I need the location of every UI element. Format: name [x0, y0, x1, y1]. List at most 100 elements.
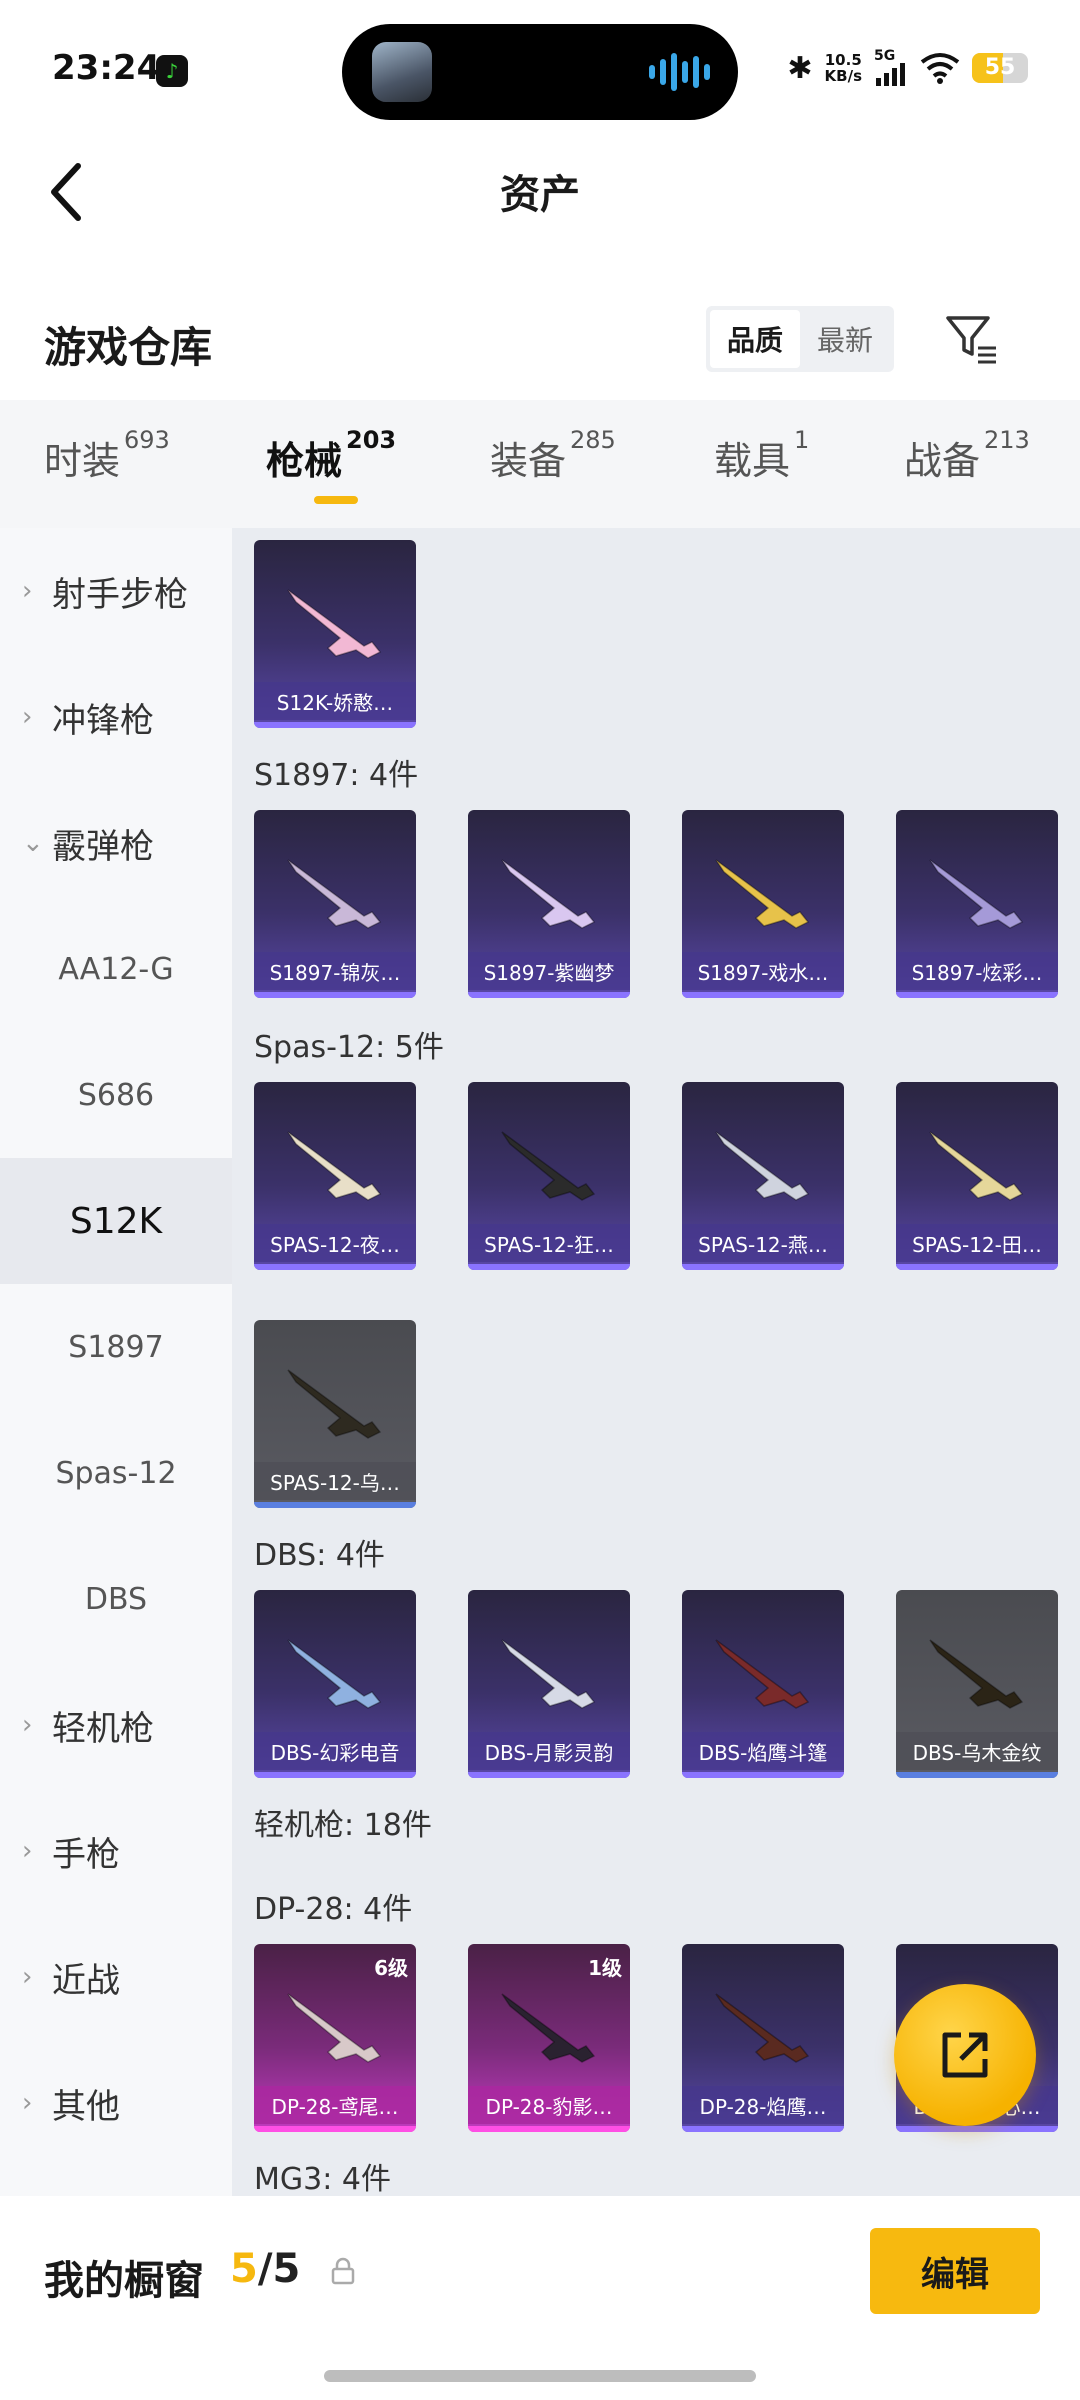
- sidebar-item-lmg[interactable]: › 轻机枪: [0, 1662, 232, 1788]
- weapon-icon: [287, 1639, 382, 1709]
- weapon-icon: [715, 1131, 810, 1201]
- weapon-card[interactable]: DBS-幻彩电音: [254, 1590, 416, 1778]
- weapon-card[interactable]: 6级 DP-28-鸢尾…: [254, 1944, 416, 2132]
- sidebar-item-dbs[interactable]: DBS: [0, 1536, 232, 1662]
- weapon-level-badge: 1级: [588, 1956, 622, 1980]
- weapon-icon: [929, 1639, 1024, 1709]
- warehouse-row: 游戏仓库 品质 最新: [0, 290, 1080, 390]
- showcase-title: 我的橱窗: [44, 2258, 204, 2304]
- tab-label: 载具: [714, 439, 791, 483]
- sidebar-item-label: 其他: [52, 2086, 120, 2127]
- audio-wave-icon: [649, 52, 710, 92]
- sidebar-item-aa12g[interactable]: AA12-G: [0, 906, 232, 1032]
- tab-vehicles[interactable]: 载具 1: [714, 426, 809, 485]
- weapon-card-name: SPAS-12-燕…: [682, 1224, 844, 1262]
- weapon-icon: [929, 1131, 1024, 1201]
- weapon-card[interactable]: DP-28-焰鹰…: [682, 1944, 844, 2132]
- status-bar: 23:24 ♪ ✱ 10.5 KB/s 5G 55: [0, 0, 1080, 140]
- weapon-card-name: S12K-娇憨…: [254, 682, 416, 720]
- share-button[interactable]: [894, 1984, 1036, 2126]
- weapon-grid[interactable]: S12K-娇憨… S1897: 4件 S1897-锦灰… S1897-紫幽梦 S…: [232, 528, 1080, 2196]
- sidebar-item-other[interactable]: › 其他: [0, 2040, 232, 2166]
- wifi-icon: [920, 53, 960, 84]
- sort-toggle: 品质 最新: [706, 306, 894, 372]
- weapon-card[interactable]: DBS-焰鹰斗篷: [682, 1590, 844, 1778]
- tab-fashion[interactable]: 时装 693: [44, 426, 170, 485]
- chevron-right-icon: ›: [22, 702, 33, 732]
- weapon-card-name: SPAS-12-田…: [896, 1224, 1058, 1262]
- sidebar-item-s1897[interactable]: S1897: [0, 1284, 232, 1410]
- sidebar-item-label: 冲锋枪: [52, 700, 154, 741]
- tab-count: 1: [794, 426, 810, 454]
- edit-button[interactable]: 编辑: [870, 2228, 1040, 2314]
- showcase-bar: 我的橱窗 5/5 编辑: [0, 2196, 1080, 2400]
- weapon-card-name: S1897-紫幽梦: [468, 952, 630, 990]
- sidebar-item-s12k[interactable]: S12K: [0, 1158, 232, 1284]
- now-playing-thumbnail[interactable]: [372, 42, 432, 102]
- sidebar-item-marksman-rifle[interactable]: › 射手步枪: [0, 528, 232, 654]
- weapon-card-name: DP-28-焰鹰…: [682, 2086, 844, 2124]
- weapon-card[interactable]: S1897-炫彩…: [896, 810, 1058, 998]
- weapon-card[interactable]: 1级 DP-28-豹影…: [468, 1944, 630, 2132]
- weapon-card[interactable]: S12K-娇憨…: [254, 540, 416, 728]
- tab-equipment[interactable]: 装备 285: [490, 426, 616, 485]
- weapon-icon: [501, 1993, 596, 2063]
- network-type: 5G: [874, 48, 896, 64]
- weapon-card[interactable]: SPAS-12-乌…: [254, 1320, 416, 1508]
- chevron-right-icon: ›: [22, 1710, 33, 1740]
- sidebar-item-shotgun[interactable]: ⌄ 霰弹枪: [0, 780, 232, 906]
- showcase-count-total: 5: [272, 2246, 301, 2292]
- lock-icon: [331, 2257, 355, 2285]
- weapon-card[interactable]: SPAS-12-田…: [896, 1082, 1058, 1270]
- weapon-card[interactable]: DBS-乌木金纹: [896, 1590, 1058, 1778]
- sidebar-item-spas12[interactable]: Spas-12: [0, 1410, 232, 1536]
- weapon-card[interactable]: SPAS-12-狂…: [468, 1082, 630, 1270]
- active-tab-indicator: [314, 496, 358, 504]
- bluetooth-icon: ✱: [787, 50, 813, 86]
- chevron-right-icon: ›: [22, 1836, 33, 1866]
- weapon-card-name: S1897-炫彩…: [896, 952, 1058, 990]
- header: 资产: [0, 140, 1080, 250]
- battery-level: 55: [984, 55, 1016, 80]
- share-icon: [942, 2032, 988, 2078]
- weapon-icon: [501, 859, 596, 929]
- weapon-icon: [287, 589, 382, 659]
- group-label-dp28: DP-28: 4件: [254, 1892, 413, 1927]
- filter-icon[interactable]: [942, 310, 1002, 370]
- dynamic-island[interactable]: [342, 24, 738, 120]
- weapon-icon: [715, 1993, 810, 2063]
- weapon-card[interactable]: DBS-月影灵韵: [468, 1590, 630, 1778]
- weapon-card[interactable]: S1897-紫幽梦: [468, 810, 630, 998]
- weapon-icon: [287, 1993, 382, 2063]
- weapon-icon: [715, 859, 810, 929]
- sidebar-item-label: 射手步枪: [52, 574, 188, 615]
- sidebar-item-smg[interactable]: › 冲锋枪: [0, 654, 232, 780]
- weapon-card[interactable]: SPAS-12-燕…: [682, 1082, 844, 1270]
- weapon-card-name: S1897-锦灰…: [254, 952, 416, 990]
- weapon-card-name: SPAS-12-乌…: [254, 1462, 416, 1500]
- weapon-card-name: DBS-幻彩电音: [254, 1732, 416, 1770]
- group-label-mg3: MG3: 4件: [254, 2162, 391, 2196]
- page-title: 资产: [500, 172, 580, 218]
- cellular-signal-icon: 5G: [874, 48, 908, 88]
- home-indicator[interactable]: [324, 2370, 756, 2382]
- sort-newest-button[interactable]: 最新: [800, 310, 890, 368]
- sidebar-item-s686[interactable]: S686: [0, 1032, 232, 1158]
- tab-supplies[interactable]: 战备 213: [904, 426, 1030, 485]
- weapon-card[interactable]: S1897-戏水…: [682, 810, 844, 998]
- tab-guns[interactable]: 枪械 203: [266, 426, 396, 485]
- weapon-card-name: SPAS-12-狂…: [468, 1224, 630, 1262]
- chevron-right-icon: ›: [22, 576, 33, 606]
- tab-count: 285: [570, 426, 616, 454]
- weapon-card[interactable]: S1897-锦灰…: [254, 810, 416, 998]
- sidebar-item-label: 霰弹枪: [52, 826, 154, 867]
- weapon-level-badge: 6级: [374, 1956, 408, 1980]
- weapon-card-name: DP-28-鸢尾…: [254, 2086, 416, 2124]
- weapon-card[interactable]: SPAS-12-夜…: [254, 1082, 416, 1270]
- sort-quality-button[interactable]: 品质: [710, 310, 800, 368]
- tab-count: 213: [984, 426, 1030, 454]
- tab-label: 战备: [904, 439, 981, 483]
- sidebar-item-pistol[interactable]: › 手枪: [0, 1788, 232, 1914]
- net-speed-value: 10.5: [824, 51, 862, 69]
- sidebar-item-melee[interactable]: › 近战: [0, 1914, 232, 2040]
